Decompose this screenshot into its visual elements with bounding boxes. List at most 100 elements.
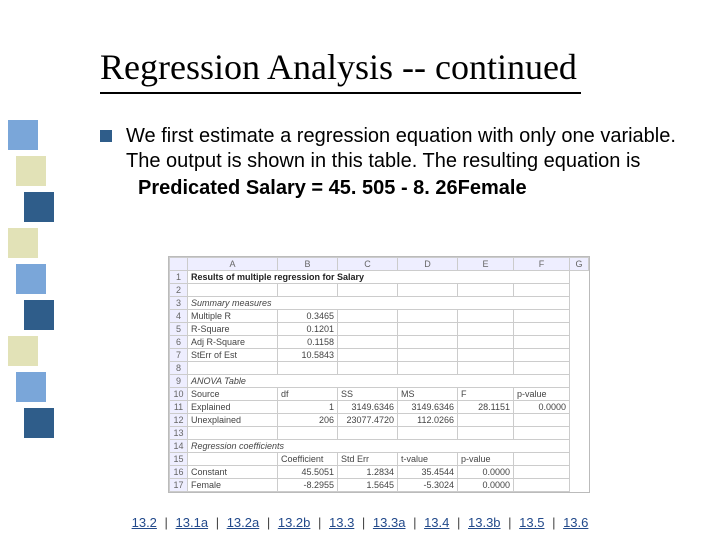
bullet-square-icon [100, 130, 112, 142]
slide-title: Regression Analysis -- continued [100, 46, 581, 94]
footer-link[interactable]: 13.5 [519, 515, 544, 530]
cell: p-value [458, 453, 514, 466]
footer-link[interactable]: 13.3a [373, 515, 406, 530]
cell [514, 349, 570, 362]
table-row: 11Explained13149.63463149.634628.11510.0… [170, 401, 589, 414]
cell: StErr of Est [188, 349, 278, 362]
cell [278, 362, 338, 375]
footer-nav-links: 13.2 | 13.1a | 13.2a | 13.2b | 13.3 | 13… [0, 515, 720, 530]
cell [458, 284, 514, 297]
footer-link[interactable]: 13.2b [278, 515, 311, 530]
row-number: 17 [170, 479, 188, 492]
row-number: 10 [170, 388, 188, 401]
row-number: 7 [170, 349, 188, 362]
cell: Constant [188, 466, 278, 479]
separator: | [505, 515, 516, 530]
row-number: 16 [170, 466, 188, 479]
cell [514, 453, 570, 466]
row-number: 15 [170, 453, 188, 466]
row-number: 2 [170, 284, 188, 297]
equation-text: Predicated Salary = 45. 505 - 8. 26Femal… [138, 176, 680, 201]
cell: -8.2955 [278, 479, 338, 492]
cell [338, 310, 398, 323]
cell [398, 362, 458, 375]
cell: Coefficient [278, 453, 338, 466]
table-row: 2 [170, 284, 589, 297]
col-header: C [338, 258, 398, 271]
separator: | [263, 515, 274, 530]
cell [458, 414, 514, 427]
decorative-tile [8, 228, 38, 258]
decorative-tile [16, 372, 46, 402]
decorative-tile [8, 336, 38, 366]
decorative-tile-column [8, 120, 56, 520]
cell [338, 427, 398, 440]
footer-link[interactable]: 13.2a [227, 515, 260, 530]
cell [338, 362, 398, 375]
cell [188, 453, 278, 466]
separator: | [161, 515, 172, 530]
table-row: 7StErr of Est10.5843 [170, 349, 589, 362]
row-number: 4 [170, 310, 188, 323]
cell [278, 427, 338, 440]
row-number: 9 [170, 375, 188, 388]
table-row: 1Results of multiple regression for Sala… [170, 271, 589, 284]
cell [338, 323, 398, 336]
footer-link[interactable]: 13.3b [468, 515, 501, 530]
bullet-text: We first estimate a regression equation … [126, 124, 680, 174]
cell: 0.0000 [514, 401, 570, 414]
footer-link[interactable]: 13.1a [176, 515, 209, 530]
cell: ANOVA Table [188, 375, 570, 388]
cell: Female [188, 479, 278, 492]
decorative-tile [24, 300, 54, 330]
cell [398, 323, 458, 336]
cell: 112.0266 [398, 414, 458, 427]
table-row: 3Summary measures [170, 297, 589, 310]
row-number: 8 [170, 362, 188, 375]
cell: SS [338, 388, 398, 401]
table-row: 9ANOVA Table [170, 375, 589, 388]
separator: | [314, 515, 325, 530]
table-row: 10SourcedfSSMSFp-value [170, 388, 589, 401]
cell: 45.5051 [278, 466, 338, 479]
row-number: 3 [170, 297, 188, 310]
cell: 1.2834 [338, 466, 398, 479]
cell: Results of multiple regression for Salar… [188, 271, 570, 284]
cell [458, 349, 514, 362]
cell [514, 362, 570, 375]
cell: Multiple R [188, 310, 278, 323]
cell [398, 349, 458, 362]
table-row: 8 [170, 362, 589, 375]
footer-link[interactable]: 13.4 [424, 515, 449, 530]
table-row: 12Unexplained20623077.4720112.0266 [170, 414, 589, 427]
decorative-tile [24, 408, 54, 438]
cell: t-value [398, 453, 458, 466]
cell: 0.3465 [278, 310, 338, 323]
regression-output-table: ABCDEFG 1Results of multiple regression … [168, 256, 590, 493]
cell [338, 349, 398, 362]
separator: | [358, 515, 369, 530]
footer-link[interactable]: 13.2 [132, 515, 157, 530]
table-row: 6Adj R-Square0.1158 [170, 336, 589, 349]
cell: Explained [188, 401, 278, 414]
cell: p-value [514, 388, 570, 401]
footer-link[interactable]: 13.6 [563, 515, 588, 530]
row-number: 11 [170, 401, 188, 414]
cell: MS [398, 388, 458, 401]
cell: 206 [278, 414, 338, 427]
table-row: 17Female-8.29551.5645-5.30240.0000 [170, 479, 589, 492]
cell: 35.4544 [398, 466, 458, 479]
separator: | [453, 515, 464, 530]
footer-link[interactable]: 13.3 [329, 515, 354, 530]
col-header: F [514, 258, 570, 271]
decorative-tile [8, 120, 38, 150]
col-header: D [398, 258, 458, 271]
col-header: G [570, 258, 589, 271]
cell: 0.1158 [278, 336, 338, 349]
row-number: 1 [170, 271, 188, 284]
cell: 3149.6346 [338, 401, 398, 414]
col-header: A [188, 258, 278, 271]
cell: 10.5843 [278, 349, 338, 362]
cell: Summary measures [188, 297, 570, 310]
cell [398, 427, 458, 440]
